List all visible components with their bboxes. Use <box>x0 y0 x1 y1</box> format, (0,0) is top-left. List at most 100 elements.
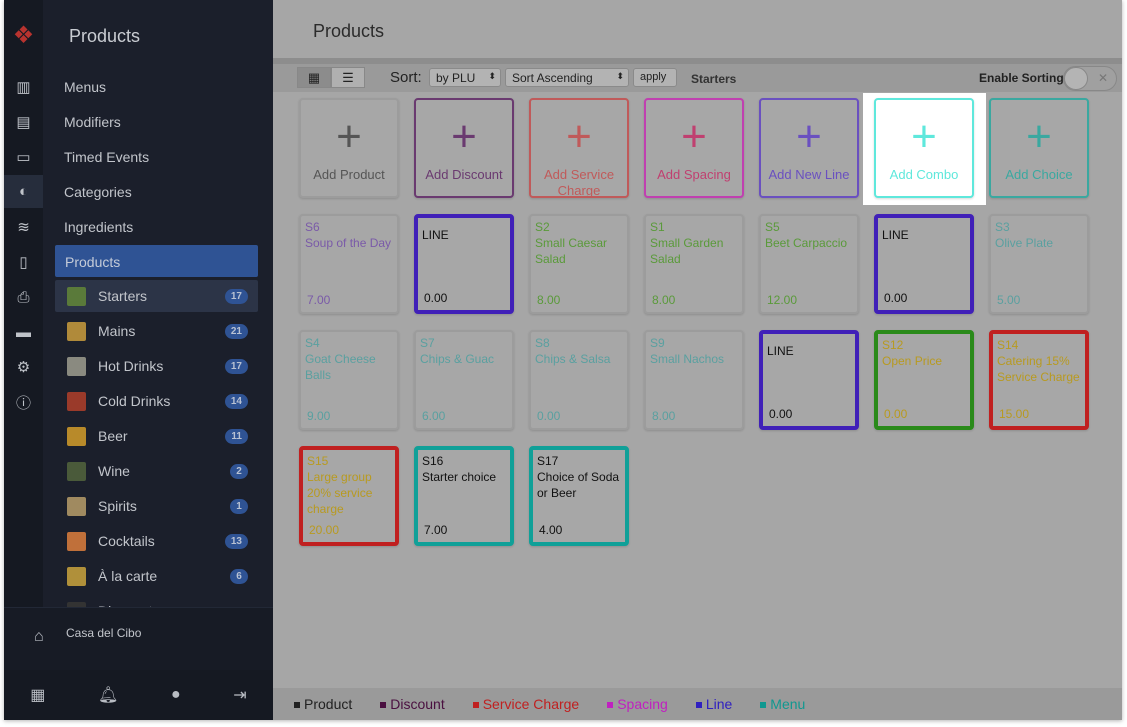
add-tile[interactable]: + Add Spacing <box>644 98 744 198</box>
nav-modifiers[interactable]: Modifiers <box>64 114 121 130</box>
legend-item: Spacing <box>607 696 668 712</box>
product-plu: S17 <box>537 454 559 468</box>
logo-icon: ❖ <box>12 21 35 49</box>
sort-order-select[interactable]: Sort Ascending ⬍ <box>505 68 629 87</box>
add-tile-label: Add Spacing <box>657 167 731 182</box>
product-name: Chips & Guac <box>420 352 495 366</box>
product-name: Choice of Soda or Beer <box>537 470 620 500</box>
layers-icon[interactable]: ≋ <box>4 212 43 242</box>
legend-swatch <box>380 702 387 709</box>
category-item[interactable]: Wine 2 <box>55 455 258 487</box>
sidebar-title: Products <box>69 26 141 46</box>
product-price: 7.00 <box>424 523 448 537</box>
count-badge: 21 <box>224 323 248 339</box>
category-item[interactable]: Spirits 1 <box>55 490 258 522</box>
product-name: Catering 15% Service Charge <box>997 354 1080 384</box>
product-tile[interactable]: S2 Small Caesar Salad 8.00 <box>529 214 629 314</box>
category-label: Cocktails <box>98 533 155 549</box>
category-item[interactable]: Hot Drinks 17 <box>55 350 258 382</box>
reports-icon[interactable]: ▥ <box>4 72 43 102</box>
category-item[interactable]: Mains 21 <box>55 315 258 347</box>
product-price: 9.00 <box>307 409 331 423</box>
location-bar[interactable]: ⌂ Casa del Cibo <box>4 607 273 670</box>
enable-sorting-label: Enable Sorting <box>979 71 1064 85</box>
product-tile[interactable]: LINE 0.00 <box>759 330 859 430</box>
printer-icon[interactable]: ⎙ <box>4 282 43 312</box>
logout-icon[interactable]: ⇥ <box>233 685 246 705</box>
clipboard-icon[interactable]: ▤ <box>4 107 43 137</box>
product-price: 12.00 <box>767 293 798 307</box>
category-thumbnail <box>67 391 86 411</box>
add-tile[interactable]: + Add Discount <box>414 98 514 198</box>
product-tile[interactable]: S4 Goat Cheese Balls 9.00 <box>299 330 399 430</box>
product-plu: S15 <box>307 454 329 468</box>
chat-icon[interactable]: ▦ <box>30 685 45 705</box>
product-tile[interactable]: S9 Small Nachos 8.00 <box>644 330 744 430</box>
nav-ingredients[interactable]: Ingredients <box>64 219 133 235</box>
product-name: Soup of the Day <box>305 236 392 250</box>
product-tile[interactable]: S5 Beet Carpaccio 12.00 <box>759 214 859 314</box>
product-price: 6.00 <box>422 409 446 423</box>
category-item[interactable]: Starters 17 <box>55 280 258 312</box>
devices-icon[interactable]: ▯ <box>4 247 43 277</box>
nav-products[interactable]: Products <box>55 245 258 277</box>
product-name: Small Garden Salad <box>650 236 724 266</box>
product-plu: S2 <box>535 220 550 234</box>
product-tile[interactable]: LINE 0.00 <box>414 214 514 314</box>
legend-swatch <box>695 702 702 709</box>
nav-menus[interactable]: Menus <box>64 79 106 95</box>
id-card-icon[interactable]: ▭ <box>4 142 43 172</box>
product-name: Goat Cheese Balls <box>305 352 376 382</box>
add-tile[interactable]: + Add Product <box>299 98 399 198</box>
product-tile[interactable]: S8 Chips & Salsa 0.00 <box>529 330 629 430</box>
bell-icon[interactable]: 🔔︎ <box>98 685 118 705</box>
product-tile[interactable]: S15 Large group 20% service charge 20.00 <box>299 446 399 546</box>
sort-by-value: by PLU <box>436 71 476 85</box>
category-item[interactable]: Beer 11 <box>55 420 258 452</box>
nav-timed-events[interactable]: Timed Events <box>64 149 149 165</box>
apply-button[interactable]: apply <box>633 68 677 87</box>
product-plu: S7 <box>420 336 435 350</box>
enable-sorting-toggle[interactable]: ✕ <box>1063 66 1117 91</box>
list-view-button[interactable]: ☰ <box>331 67 365 88</box>
settings-icon[interactable]: ⚙ <box>4 352 43 382</box>
category-item[interactable]: Discounts <box>55 595 258 607</box>
grid-view-button[interactable]: ▦ <box>297 67 331 88</box>
category-item[interactable]: Cocktails 13 <box>55 525 258 557</box>
add-tile[interactable]: + Add Combo <box>874 98 974 198</box>
dining-icon[interactable]: ◐ <box>4 175 43 208</box>
product-price: 8.00 <box>652 293 676 307</box>
product-tile[interactable]: S6 Soup of the Day 7.00 <box>299 214 399 314</box>
category-item[interactable]: À la carte 6 <box>55 560 258 592</box>
product-name: Small Nachos <box>650 352 725 366</box>
product-tile[interactable]: LINE 0.00 <box>874 214 974 314</box>
help-icon[interactable]: ⓘ <box>4 387 43 417</box>
user-icon[interactable]: ● <box>171 686 181 704</box>
nav-categories[interactable]: Categories <box>64 184 132 200</box>
add-tile[interactable]: + Add Service Charge <box>529 98 629 198</box>
product-name: Open Price <box>882 354 943 368</box>
add-tile[interactable]: + Add Choice <box>989 98 1089 198</box>
product-name: Starter choice <box>422 470 497 484</box>
add-tile[interactable]: + Add New Line <box>759 98 859 198</box>
add-tile-label: Add Product <box>313 167 385 182</box>
category-label: Starters <box>691 72 737 86</box>
product-tile[interactable]: S7 Chips & Guac 6.00 <box>414 330 514 430</box>
product-price: 0.00 <box>769 407 793 421</box>
product-tile[interactable]: S14 Catering 15% Service Charge 15.00 <box>989 330 1089 430</box>
product-name: LINE <box>882 228 909 242</box>
plus-icon: + <box>1026 112 1052 161</box>
product-plu: S3 <box>995 220 1010 234</box>
category-thumbnail <box>67 356 86 376</box>
product-tile[interactable]: S16 Starter choice 7.00 <box>414 446 514 546</box>
sort-by-select[interactable]: by PLU ⬍ <box>429 68 501 87</box>
product-tile[interactable]: S1 Small Garden Salad 8.00 <box>644 214 744 314</box>
product-price: 0.00 <box>884 291 908 305</box>
product-tile[interactable]: S3 Olive Plate 5.00 <box>989 214 1089 314</box>
add-tile-label: Add Combo <box>889 167 959 182</box>
product-tile[interactable]: S12 Open Price 0.00 <box>874 330 974 430</box>
product-tile[interactable]: S17 Choice of Soda or Beer 4.00 <box>529 446 629 546</box>
category-item[interactable]: Cold Drinks 14 <box>55 385 258 417</box>
product-plu: S14 <box>997 338 1019 352</box>
payments-icon[interactable]: ▬ <box>4 317 43 347</box>
